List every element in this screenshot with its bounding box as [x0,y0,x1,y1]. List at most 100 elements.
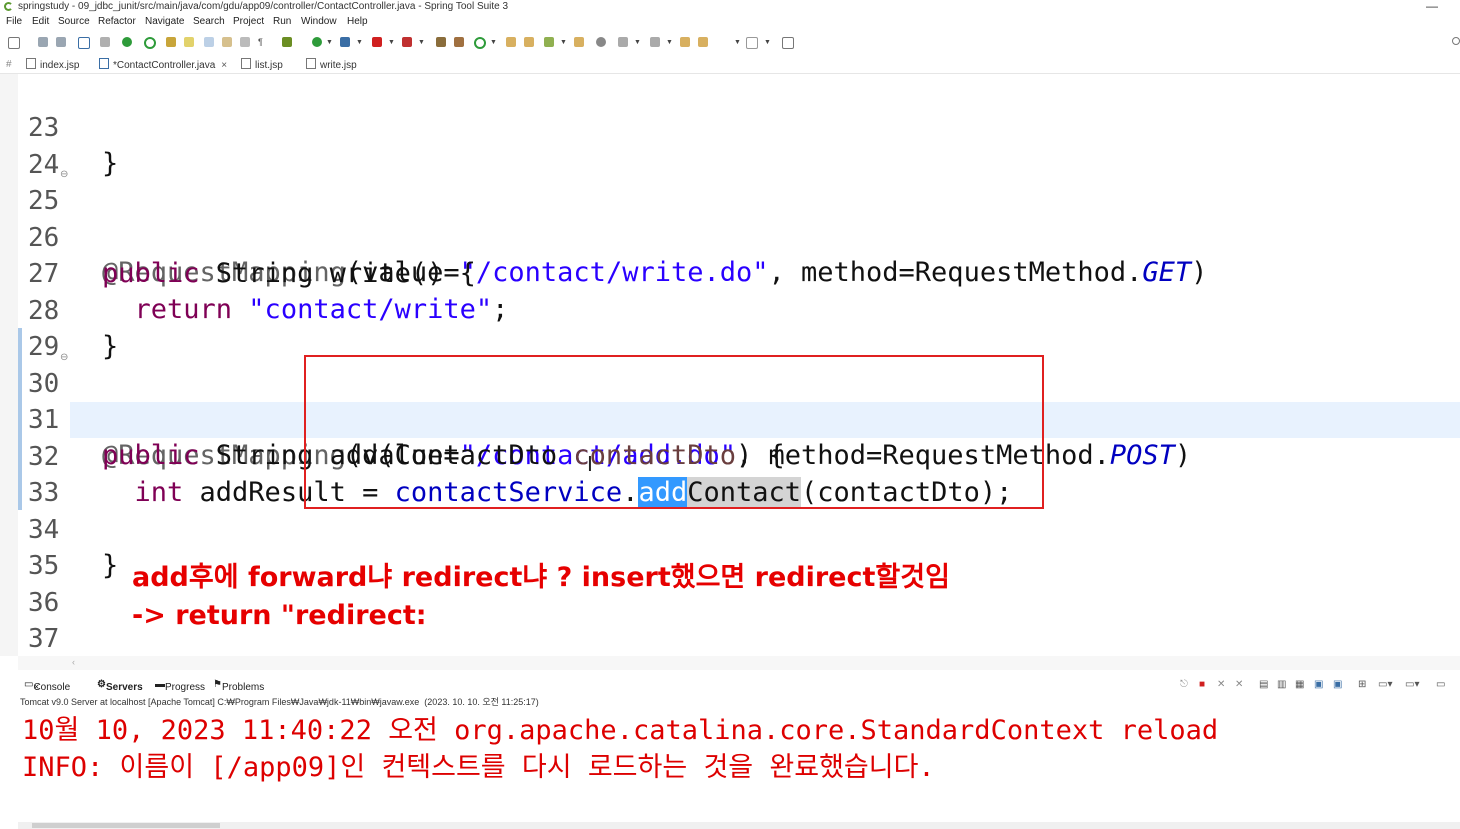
window-title: springstudy - 09_jdbc_junit/src/main/jav… [18,1,509,12]
forward-dropdown-icon[interactable]: ▼ [764,39,771,46]
scroll-left-icon[interactable]: ‹ [72,657,75,667]
close-icon[interactable]: × [221,60,227,71]
code-line: 35 [0,512,1460,581]
new-package-icon[interactable] [454,37,464,47]
coverage-dropdown-icon[interactable]: ▼ [356,39,363,46]
external-tools-icon[interactable] [402,37,412,47]
open-folder-icon[interactable] [574,37,584,47]
menu-source[interactable]: Source [58,16,90,27]
minimize-button[interactable]: — [1426,0,1438,13]
menu-search[interactable]: Search [193,16,225,27]
forward-icon[interactable] [746,37,758,49]
debug-icon[interactable] [282,37,292,47]
open-type-icon[interactable] [506,37,516,47]
word-wrap-icon[interactable]: ▦ [1295,679,1304,690]
tab-console[interactable]: ▭ Console × [24,679,70,693]
editor-horizontal-scrollbar[interactable]: ‹ [18,656,1460,670]
note-text: -> return "redirect: [132,600,427,631]
tab-label: index.jsp [40,60,80,71]
code-editor[interactable]: 23 } 24 25 ⊖ @RequestMapping(value="/con… [0,74,1460,656]
package-explorer-icon[interactable]: # [6,58,12,72]
jsp-file-icon [26,58,36,69]
disconnect-icon[interactable]: ⎋ [1180,679,1188,690]
block-selection-icon[interactable] [204,37,214,47]
open-console-icon[interactable] [78,37,90,49]
code-line: 24 [0,111,1460,180]
tab-problems[interactable]: ⚑ Problems [213,679,264,693]
back-dropdown-icon[interactable]: ▼ [734,39,741,46]
spring-boot-dashboard-icon[interactable] [122,37,132,47]
next-annotation-dropdown-icon[interactable]: ▼ [634,39,641,46]
terminate-icon[interactable]: ■ [1199,679,1205,690]
pin-editor-icon[interactable] [782,37,794,49]
close-icon[interactable]: × [33,682,39,693]
menu-file[interactable]: File [6,16,22,27]
note-text: add후에 forward냐 redirect냐 ? insert했으면 red… [132,562,950,593]
menu-project[interactable]: Project [233,16,264,27]
spring-app-icon [4,2,13,11]
console-horizontal-scrollbar[interactable] [18,822,1460,829]
code-line: 29 [0,293,1460,362]
scrollbar-thumb[interactable] [32,823,220,828]
last-edit-location-icon[interactable] [680,37,690,47]
tab-servers[interactable]: ⚙ Servers [97,679,143,693]
show-on-stdout-icon[interactable]: ▣ [1314,679,1323,690]
minimize-view-icon[interactable]: ▭ [1436,679,1445,690]
scroll-lock-icon[interactable]: ▥ [1277,679,1286,690]
save-all-icon[interactable] [56,37,66,47]
menu-window[interactable]: Window [301,16,337,27]
new-class-dropdown-icon[interactable]: ▼ [490,39,497,46]
back-icon[interactable] [698,37,708,47]
previous-annotation-dropdown-icon[interactable]: ▼ [666,39,673,46]
remove-all-icon[interactable]: ✕ [1235,679,1243,690]
menu-navigate[interactable]: Navigate [145,16,184,27]
tab-write-jsp[interactable]: write.jsp [306,58,357,72]
console-line: INFO: 이름이 [/app09]인 컨텍스트를 다시 로드하는 것을 완료했… [22,752,935,783]
new-icon[interactable] [8,37,20,49]
search-icon[interactable] [544,37,554,47]
remove-launch-icon[interactable]: ✕ [1217,679,1225,690]
next-annotation-icon[interactable] [618,37,628,47]
open-console-icon[interactable]: ▭▾ [1405,679,1419,690]
open-task-icon[interactable] [524,37,534,47]
toolbar: ¶ ▼ ▼ ▼ ▼ ▼ ▼ ▼ ▼ ▼ ▼ [0,33,1460,51]
show-on-stderr-icon[interactable]: ▣ [1333,679,1342,690]
pin-console-icon[interactable]: ⊞ [1358,679,1366,690]
run-dropdown-icon[interactable]: ▼ [326,39,333,46]
stop-dropdown-icon[interactable]: ▼ [388,39,395,46]
code-line: 27 return "contact/write"; [0,220,1460,325]
annotation-icon[interactable] [222,37,232,47]
refresh-icon[interactable] [144,37,156,49]
tab-list-jsp[interactable]: list.jsp [241,58,283,72]
tab-contact-controller[interactable]: *ContactController.java × [99,58,232,72]
menu-refactor[interactable]: Refactor [98,16,136,27]
toggle-mark-icon[interactable] [166,37,176,47]
toggle-word-wrap-icon[interactable] [240,37,250,47]
save-icon[interactable] [38,37,48,47]
tab-label: write.jsp [320,60,357,71]
title-bar: springstudy - 09_jdbc_junit/src/main/jav… [0,0,1460,14]
console-output[interactable]: 10월 10, 2023 11:40:22 오전 org.apache.cata… [20,708,1460,822]
clear-console-icon[interactable]: ▤ [1259,679,1268,690]
menu-edit[interactable]: Edit [32,16,49,27]
display-console-icon[interactable]: ▭▾ [1378,679,1392,690]
menu-help[interactable]: Help [347,16,368,27]
tab-progress[interactable]: ▬ Progress [155,679,205,693]
whitespace-icon[interactable]: ¶ [258,37,268,47]
new-class-icon[interactable] [474,37,486,49]
coverage-icon[interactable] [340,37,350,47]
previous-annotation-icon[interactable] [650,37,660,47]
text-cursor-icon: I [587,452,593,476]
pen-icon[interactable] [184,37,194,47]
menu-run[interactable]: Run [273,16,291,27]
search-perspective-icon[interactable] [1452,37,1460,45]
tab-index-jsp[interactable]: index.jsp [26,58,79,72]
external-tools-dropdown-icon[interactable]: ▼ [418,39,425,46]
search-dropdown-icon[interactable]: ▼ [560,39,567,46]
new-java-project-icon[interactable] [436,37,446,47]
jsp-file-icon [241,58,251,69]
globe-icon[interactable] [596,37,606,47]
skip-breakpoints-icon[interactable] [100,37,110,47]
run-icon[interactable] [312,37,322,47]
stop-icon[interactable] [372,37,382,47]
